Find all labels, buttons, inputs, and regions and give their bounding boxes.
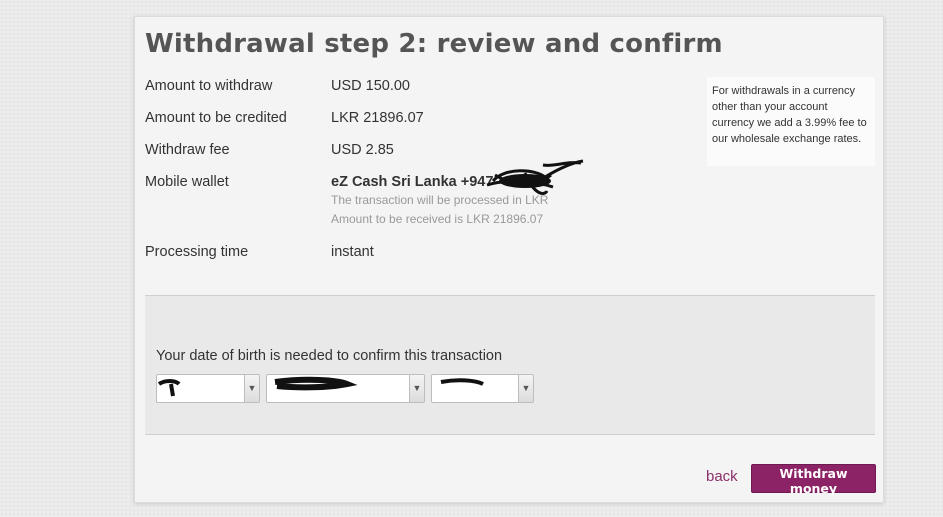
withdraw-fee-value: USD 2.85 <box>331 142 394 158</box>
dob-label: Your date of birth is needed to confirm … <box>156 348 503 364</box>
withdrawal-panel: Withdrawal step 2: review and confirm Am… <box>134 16 884 503</box>
wallet-processing-note: The transaction will be processed in LKR <box>331 193 549 207</box>
dob-month-select[interactable]: ▼ <box>266 374 425 403</box>
amount-to-withdraw-value: USD 150.00 <box>331 78 410 94</box>
page-title: Withdrawal step 2: review and confirm <box>145 29 723 59</box>
chevron-down-icon: ▼ <box>244 375 259 402</box>
amount-to-be-credited-label: Amount to be credited <box>145 110 287 126</box>
mobile-wallet-value: eZ Cash Sri Lanka +947 <box>331 174 494 190</box>
wallet-received-note: Amount to be received is LKR 21896.07 <box>331 212 544 226</box>
amount-to-be-credited-value: LKR 21896.07 <box>331 110 424 126</box>
processing-time-value: instant <box>331 244 374 260</box>
back-link[interactable]: back <box>706 468 738 485</box>
chevron-down-icon: ▼ <box>409 375 424 402</box>
dob-day-select[interactable]: ▼ <box>156 374 260 403</box>
dob-year-select[interactable]: ▼ <box>431 374 534 403</box>
exchange-fee-info-text: For withdrawals in a currency other than… <box>712 85 867 145</box>
withdraw-fee-label: Withdraw fee <box>145 142 230 158</box>
chevron-down-icon: ▼ <box>518 375 533 402</box>
processing-time-label: Processing time <box>145 244 249 260</box>
mobile-wallet-label: Mobile wallet <box>145 174 229 190</box>
date-of-birth-section: Your date of birth is needed to confirm … <box>145 295 875 435</box>
amount-to-withdraw-label: Amount to withdraw <box>145 78 273 94</box>
withdraw-money-button[interactable]: Withdraw money <box>751 464 876 496</box>
exchange-fee-info-box: For withdrawals in a currency other than… <box>707 77 875 166</box>
